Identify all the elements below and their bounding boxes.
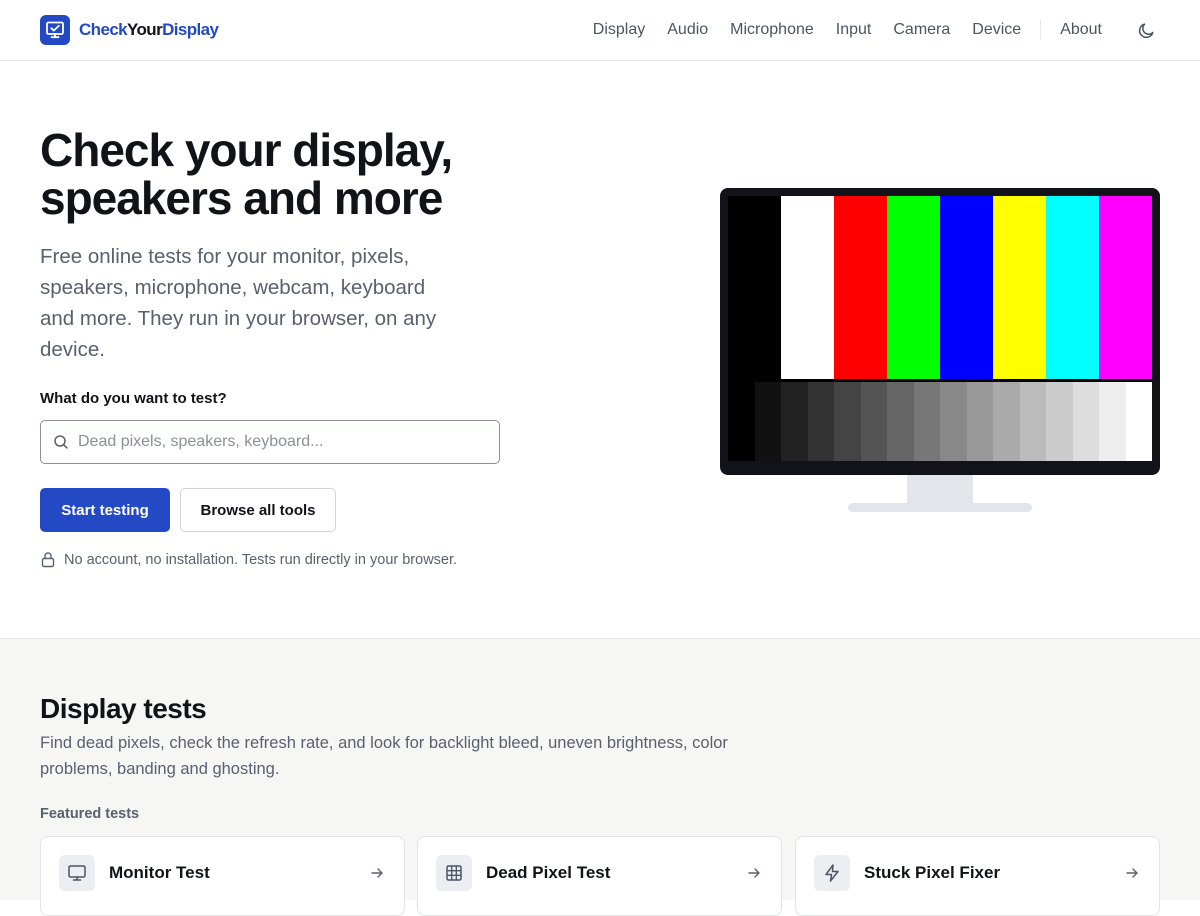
moon-icon [1138, 22, 1154, 38]
card-dead-pixel-test[interactable]: Dead Pixel Test [417, 836, 782, 916]
color-bar [1099, 196, 1152, 379]
gray-step [728, 382, 755, 461]
gray-step [754, 382, 781, 461]
card-title: Dead Pixel Test [486, 863, 611, 882]
logo-link[interactable]: CheckYourDisplay [40, 15, 219, 45]
color-bars [728, 196, 1152, 379]
start-testing-button[interactable]: Start testing [40, 488, 170, 532]
gray-step [1072, 382, 1099, 461]
color-bar [834, 196, 887, 379]
gray-step [887, 382, 914, 461]
card-title: Monitor Test [109, 863, 210, 882]
nav-link-audio[interactable]: Audio [667, 21, 708, 39]
test-pattern-screen [728, 196, 1152, 461]
arrow-right-icon [1126, 868, 1138, 878]
gray-step [966, 382, 993, 461]
section-description: Find dead pixels, check the refresh rate… [40, 734, 728, 778]
nav-link-camera[interactable]: Camera [893, 21, 950, 39]
browse-all-tools-button[interactable]: Browse all tools [180, 488, 336, 532]
search-label: What do you want to test? [40, 390, 227, 407]
arrow-right-icon [748, 868, 760, 878]
gray-step [781, 382, 808, 461]
monitor-icon [59, 855, 95, 891]
lightning-icon [814, 855, 850, 891]
nav-link-microphone[interactable]: Microphone [730, 21, 814, 39]
lock-icon [41, 552, 55, 568]
search-input[interactable] [78, 433, 478, 451]
gray-step [993, 382, 1020, 461]
color-bar [781, 196, 834, 379]
section-title: Display tests [40, 693, 207, 724]
color-bar [887, 196, 940, 379]
main-nav: Display Audio Microphone Input Camera De… [571, 0, 1156, 60]
privacy-note: No account, no installation. Tests run d… [40, 551, 457, 568]
gray-step [1125, 382, 1152, 461]
gray-step [940, 382, 967, 461]
arrow-right-icon [371, 868, 383, 878]
card-title: Stuck Pixel Fixer [864, 863, 1001, 882]
hero-subtitle: Free online tests for your monitor, pixe… [40, 245, 437, 361]
brand-name: CheckYourDisplay [79, 20, 219, 39]
nav-divider [1040, 20, 1042, 40]
monitor-stand-base [848, 503, 1032, 512]
monitor-illustration [720, 188, 1160, 475]
grayscale-steps [728, 382, 1152, 461]
site-header: CheckYourDisplay Display Audio Microphon… [0, 0, 1200, 61]
gray-step [1046, 382, 1073, 461]
color-bar [728, 196, 781, 379]
color-bar [993, 196, 1046, 379]
theme-toggle-button[interactable] [1136, 20, 1156, 40]
nav-link-input[interactable]: Input [836, 21, 872, 39]
color-bar [940, 196, 993, 379]
gray-step [807, 382, 834, 461]
nav-link-about[interactable]: About [1060, 21, 1102, 39]
gray-step [1019, 382, 1046, 461]
nav-link-display[interactable]: Display [593, 21, 645, 39]
hero-title: Check your display, speakers and more [40, 124, 453, 224]
color-bar [1046, 196, 1099, 379]
monitor-stand-neck [907, 475, 973, 504]
gray-step [860, 382, 887, 461]
gray-step [1099, 382, 1126, 461]
featured-label: Featured tests [40, 806, 140, 822]
nav-link-device[interactable]: Device [972, 21, 1021, 39]
search-icon [54, 435, 68, 449]
card-monitor-test[interactable]: Monitor Test [40, 836, 405, 916]
grid-icon [436, 855, 472, 891]
gray-step [913, 382, 940, 461]
display-tests-section: Display tests Find dead pixels, check th… [0, 638, 1200, 916]
logo-monitor-icon [40, 15, 70, 45]
search-box[interactable] [40, 420, 500, 464]
privacy-note-text: No account, no installation. Tests run d… [64, 551, 458, 568]
card-stuck-pixel-fixer[interactable]: Stuck Pixel Fixer [795, 836, 1160, 916]
gray-step [834, 382, 861, 461]
